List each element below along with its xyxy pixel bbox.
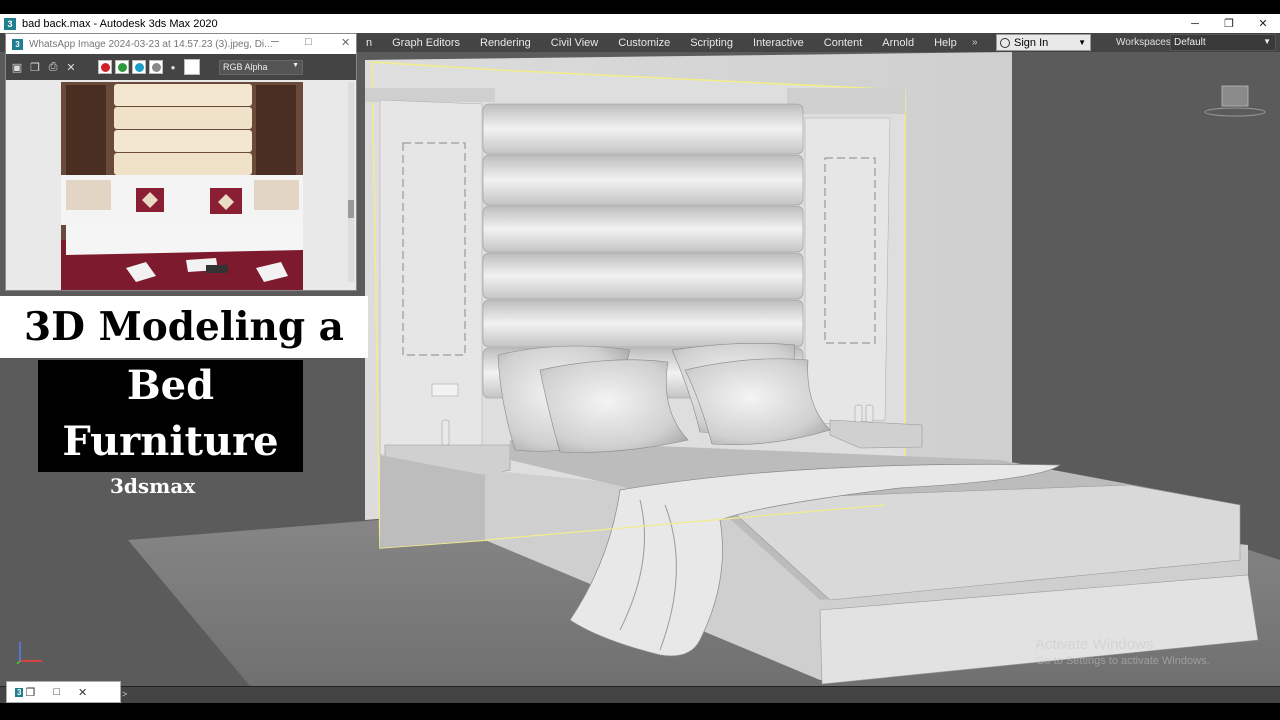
channel-select[interactable]: RGB Alpha ▼ [219, 59, 303, 75]
background-color-swatch[interactable] [184, 59, 200, 75]
menu-item-partial[interactable]: n [360, 37, 382, 49]
workspace-select[interactable]: Default ▼ [1170, 34, 1276, 51]
alpha-dot-icon[interactable]: ● [166, 60, 180, 74]
close-button[interactable]: ✕ [1246, 14, 1280, 33]
menu-scripting[interactable]: Scripting [680, 37, 743, 49]
right-lamp-bottle-2 [865, 404, 874, 423]
viewer-close-button[interactable]: ✕ [341, 36, 350, 49]
sign-in-label: Sign In [1014, 36, 1049, 49]
minimize-button[interactable]: ─ [1178, 14, 1212, 33]
3dsmax-app-icon: 3 [12, 38, 23, 50]
menu-graph-editors[interactable]: Graph Editors [382, 37, 470, 49]
status-bar: > [0, 686, 1280, 703]
overlay-title-line2: Bed [126, 362, 215, 409]
window-title: bad back.max - Autodesk 3ds Max 2020 [22, 17, 218, 30]
axis-gizmo-icon [16, 642, 42, 665]
right-pillar [804, 117, 891, 426]
activate-windows-subtitle: Go to Settings to activate Windows. [1036, 655, 1210, 667]
red-dot-icon [100, 62, 110, 72]
maximize-icon[interactable]: □ [53, 686, 60, 698]
blue-channel-toggle[interactable] [132, 60, 146, 74]
print-icon[interactable]: ⎙ [46, 60, 60, 74]
chevron-down-icon: ▼ [1263, 37, 1271, 46]
menu-customize[interactable]: Customize [608, 37, 680, 49]
workspaces-label: Workspaces: [1116, 37, 1174, 48]
viewer-scrollbar[interactable] [348, 82, 354, 282]
scroll-thumb[interactable] [348, 200, 354, 218]
blue-dot-icon [134, 62, 144, 72]
green-channel-toggle[interactable] [115, 60, 129, 74]
user-icon [1000, 37, 1010, 48]
chevron-down-icon: ▼ [1078, 38, 1086, 47]
sign-in-dropdown[interactable]: Sign In ▼ [996, 34, 1091, 51]
right-lamp-bottle-1 [854, 404, 863, 423]
save-icon[interactable]: ▣ [10, 60, 24, 74]
image-viewer-title-bar[interactable]: 3 WhatsApp Image 2024-03-23 at 14.57.23 … [6, 34, 356, 54]
overlay-title-line3: Furniture [62, 418, 279, 465]
menu-overflow-icon[interactable]: » [966, 37, 984, 48]
viewer-minimize-button[interactable]: ─ [271, 36, 279, 48]
menu-interactive[interactable]: Interactive [743, 37, 814, 49]
minimized-window-bar[interactable]: 3 ❐ □ ✕ [6, 681, 121, 703]
mono-channel-toggle[interactable] [149, 60, 163, 74]
copy-icon[interactable]: ❐ [28, 60, 42, 74]
left-pillar [379, 99, 483, 456]
image-viewer-toolbar: ▣ ❐ ⎙ ✕ ● RGB Alpha ▼ [6, 54, 356, 80]
letterbox-top [0, 0, 1280, 14]
viewer-maximize-button[interactable]: □ [305, 36, 312, 48]
3dsmax-app-icon: 3 [15, 687, 24, 697]
chevron-right-icon[interactable]: > [122, 689, 132, 701]
overlay-title-line1-box: 3D Modeling a [0, 296, 368, 358]
crown-molding-right [787, 88, 905, 114]
clear-icon[interactable]: ✕ [64, 60, 78, 74]
overlay-subtitle: 3dsmax [110, 474, 196, 498]
image-viewer-canvas [6, 80, 356, 290]
overlay-title-line1: 3D Modeling a [24, 304, 344, 350]
menu-content[interactable]: Content [814, 37, 873, 49]
menu-arnold[interactable]: Arnold [872, 37, 924, 49]
green-dot-icon [117, 62, 127, 72]
3dsmax-app-icon: 3 [4, 17, 16, 30]
restore-icon[interactable]: ❐ [25, 686, 35, 699]
menu-civil-view[interactable]: Civil View [541, 37, 608, 49]
chevron-down-icon: ▼ [292, 61, 299, 69]
crown-molding [365, 88, 495, 102]
red-channel-toggle[interactable] [98, 60, 112, 74]
menu-rendering[interactable]: Rendering [470, 37, 541, 49]
viewcube-icon[interactable] [1202, 82, 1268, 118]
workspace-value: Default [1174, 37, 1206, 48]
left-lamp-bottle [441, 419, 450, 446]
mono-dot-icon [151, 62, 161, 72]
window-controls: ─ ❐ ✕ [1178, 14, 1280, 33]
channel-value: RGB Alpha [223, 61, 268, 72]
menu-help[interactable]: Help [924, 37, 967, 49]
reference-photo [6, 80, 356, 290]
activate-windows-title: Activate Windows [1035, 636, 1154, 653]
restore-button[interactable]: ❐ [1212, 14, 1246, 33]
image-viewer-window[interactable]: 3 WhatsApp Image 2024-03-23 at 14.57.23 … [5, 33, 357, 291]
close-icon[interactable]: ✕ [78, 686, 87, 699]
image-viewer-title: WhatsApp Image 2024-03-23 at 14.57.23 (3… [29, 38, 273, 50]
switch-plate [431, 383, 459, 397]
main-title-bar: 3 bad back.max - Autodesk 3ds Max 2020 ─… [0, 14, 1280, 33]
letterbox-bottom [0, 703, 1280, 720]
